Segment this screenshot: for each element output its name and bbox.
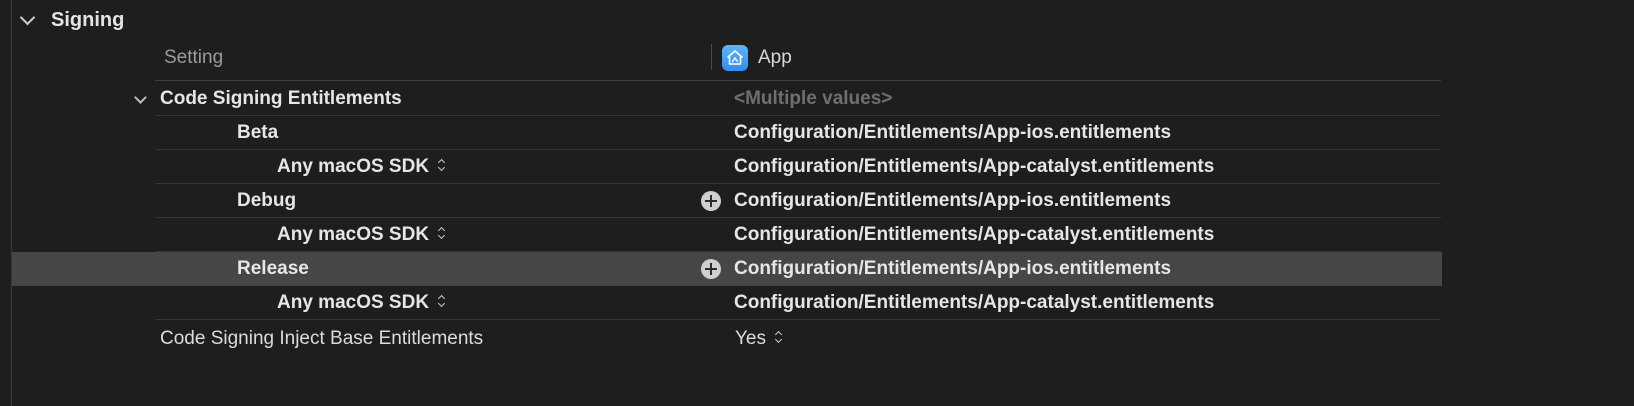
setting-row-code-signing-entitlements[interactable]: Code Signing Entitlements <Multiple valu…: [0, 82, 1634, 116]
stepper-icon[interactable]: [437, 225, 447, 241]
setting-name: Code Signing Entitlements: [160, 88, 402, 109]
sdk-condition[interactable]: Any macOS SDK: [277, 218, 447, 252]
stepper-icon[interactable]: [774, 329, 784, 345]
settings-rows: Code Signing Entitlements <Multiple valu…: [0, 82, 1634, 358]
setting-value[interactable]: Configuration/Entitlements/App-catalyst.…: [734, 150, 1214, 184]
setting-row-release-sdk[interactable]: Any macOS SDK Configuration/Entitlements…: [0, 286, 1634, 320]
setting-row-debug-sdk[interactable]: Any macOS SDK Configuration/Entitlements…: [0, 218, 1634, 252]
setting-value-popup[interactable]: Yes: [735, 320, 784, 358]
sdk-condition[interactable]: Any macOS SDK: [277, 150, 447, 184]
setting-value[interactable]: Configuration/Entitlements/App-ios.entit…: [734, 184, 1171, 218]
target-column-header[interactable]: App: [722, 38, 792, 78]
column-header: Setting App: [155, 38, 1441, 81]
app-target-icon: [722, 45, 748, 71]
sdk-condition-label: Any macOS SDK: [277, 156, 430, 177]
setting-value[interactable]: <Multiple values>: [734, 82, 892, 116]
setting-row-inject-base-entitlements[interactable]: Code Signing Inject Base Entitlements Ye…: [0, 320, 1634, 358]
configuration-name: Beta: [237, 122, 279, 143]
setting-value[interactable]: Configuration/Entitlements/App-ios.entit…: [734, 116, 1171, 150]
sdk-condition[interactable]: Any macOS SDK: [277, 286, 447, 320]
setting-column-label[interactable]: Setting: [164, 38, 223, 80]
configuration-name: Debug: [237, 190, 297, 211]
setting-value: Yes: [735, 328, 766, 349]
target-column-label: App: [758, 47, 792, 68]
signing-section-header[interactable]: Signing: [16, 4, 124, 36]
setting-value[interactable]: Configuration/Entitlements/App-catalyst.…: [734, 218, 1214, 252]
setting-row-beta-sdk[interactable]: Any macOS SDK Configuration/Entitlements…: [0, 150, 1634, 184]
stepper-icon[interactable]: [437, 293, 447, 309]
setting-row-release[interactable]: Release Configuration/Entitlements/App-i…: [0, 252, 1634, 286]
configuration-name: Release: [237, 258, 309, 279]
sdk-condition-label: Any macOS SDK: [277, 292, 430, 313]
add-condition-icon[interactable]: [701, 259, 721, 279]
setting-row-beta[interactable]: Beta Configuration/Entitlements/App-ios.…: [0, 116, 1634, 150]
chevron-down-icon[interactable]: [19, 9, 36, 25]
sdk-condition-label: Any macOS SDK: [277, 224, 430, 245]
setting-name: Code Signing Inject Base Entitlements: [160, 328, 484, 349]
build-settings-editor: Signing Setting App Code Signing Entitle…: [0, 0, 1634, 406]
setting-value[interactable]: Configuration/Entitlements/App-ios.entit…: [734, 252, 1171, 286]
setting-value[interactable]: Configuration/Entitlements/App-catalyst.…: [734, 286, 1214, 320]
add-condition-icon[interactable]: [701, 191, 721, 211]
selection-highlight: [12, 252, 1442, 286]
setting-row-debug[interactable]: Debug Configuration/Entitlements/App-ios…: [0, 184, 1634, 218]
section-title: Signing: [51, 8, 125, 31]
chevron-down-icon[interactable]: [134, 91, 147, 104]
column-separator[interactable]: [711, 44, 712, 70]
stepper-icon[interactable]: [437, 157, 447, 173]
